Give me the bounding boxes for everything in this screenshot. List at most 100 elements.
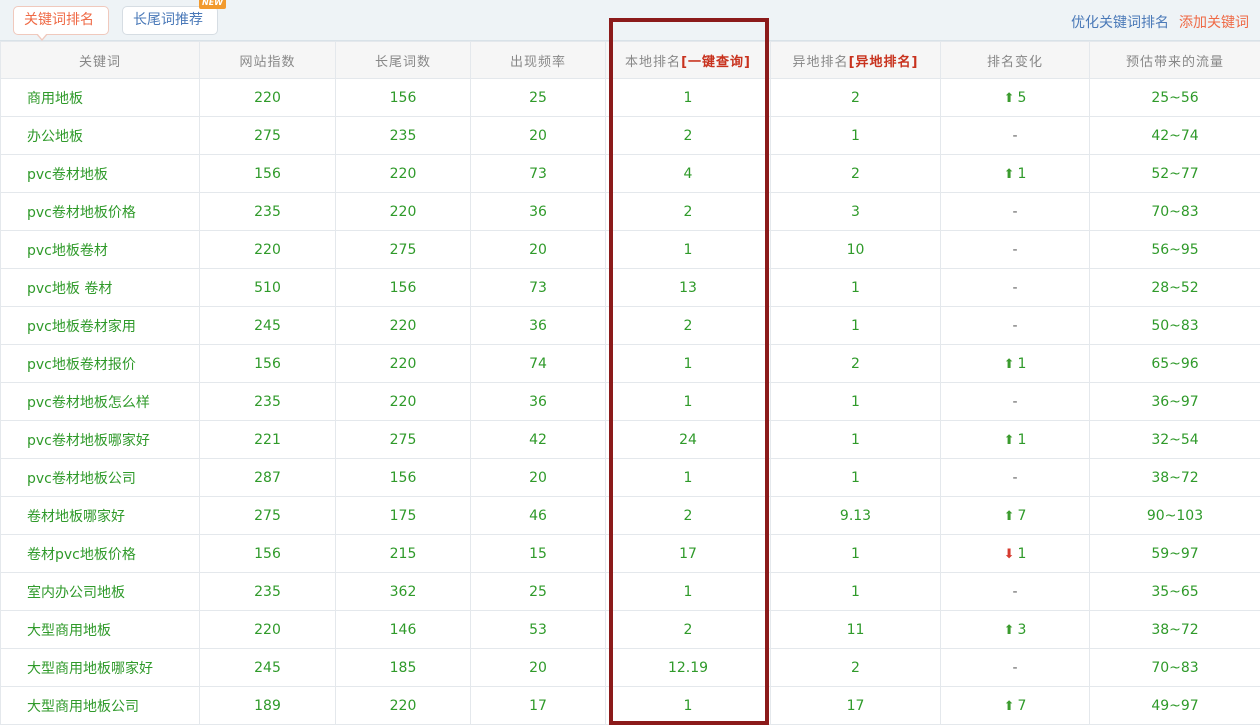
remote-rank-cell: 2 [770, 344, 941, 383]
rank-change-cell: ⬆ 1 [940, 154, 1090, 193]
local-rank-cell: 1 [605, 572, 771, 611]
remote-rank-cell: 1 [770, 382, 941, 421]
header-remote-rank: 异地排名[异地排名] [770, 41, 941, 79]
local-rank-cell: 2 [605, 496, 771, 535]
remote-rank-cell: 1 [770, 458, 941, 497]
site-index-cell: 275 [199, 116, 336, 155]
remote-rank-cell: 3 [770, 192, 941, 231]
local-rank-cell: 1 [605, 78, 771, 117]
arrow-up-icon: ⬆ [1003, 166, 1015, 182]
traffic-cell: 50~83 [1089, 306, 1260, 345]
rank-change-value: 1 [1017, 431, 1027, 448]
keyword-cell: 大型商用地板公司 [0, 686, 200, 725]
traffic-cell: 56~95 [1089, 230, 1260, 269]
remote-rank-cell: 1 [770, 268, 941, 307]
rank-change-none: - [1012, 127, 1018, 144]
rank-change-cell: - [940, 230, 1090, 269]
table-row: 室内办公司地板 235 362 25 1 1-35~65 [0, 572, 1260, 611]
traffic-cell: 52~77 [1089, 154, 1260, 193]
site-index-cell: 235 [199, 382, 336, 421]
keyword-cell: 商用地板 [0, 78, 200, 117]
keyword-cell: pvc卷材地板哪家好 [0, 420, 200, 459]
rank-change-cell: - [940, 306, 1090, 345]
keyword-cell: 室内办公司地板 [0, 572, 200, 611]
rank-change-none: - [1012, 583, 1018, 600]
table-row: 卷材pvc地板价格 156 215 15 17 1 ⬇ 1 59~97 [0, 534, 1260, 573]
site-index-cell: 245 [199, 306, 336, 345]
rank-change-cell: ⬆ 1 [940, 420, 1090, 459]
remote-rank-cell: 1 [770, 534, 941, 573]
tab-longtail-recommend[interactable]: 长尾词推荐 NEW [122, 0, 226, 35]
frequency-cell: 53 [470, 610, 606, 649]
frequency-cell: 20 [470, 458, 606, 497]
keyword-cell: pvc地板卷材 [0, 230, 200, 269]
remote-rank-cell: 1 [770, 306, 941, 345]
site-index-cell: 235 [199, 192, 336, 231]
tab-keyword-ranking[interactable]: 关键词排名 [13, 6, 109, 41]
frequency-cell: 42 [470, 420, 606, 459]
rank-change-value: 7 [1017, 697, 1027, 714]
local-rank-cell: 17 [605, 534, 771, 573]
traffic-cell: 28~52 [1089, 268, 1260, 307]
traffic-cell: 25~56 [1089, 78, 1260, 117]
table-row: pvc卷材地板 156 220 73 4 2 ⬆ 1 52~77 [0, 154, 1260, 193]
frequency-cell: 74 [470, 344, 606, 383]
arrow-up-icon: ⬆ [1003, 432, 1015, 448]
tab-keyword-ranking-label: 关键词排名 [24, 12, 94, 28]
table-row: pvc卷材地板价格 235 220 36 2 3 - 70~83 [0, 192, 1260, 231]
traffic-cell: 90~103 [1089, 496, 1260, 535]
frequency-cell: 20 [470, 648, 606, 687]
keyword-cell: pvc卷材地板 [0, 154, 200, 193]
longtail-count-cell: 156 [335, 268, 471, 307]
optimize-ranking-link[interactable]: 优化关键词排名 [1071, 12, 1169, 32]
site-index-cell: 189 [199, 686, 336, 725]
local-rank-cell: 24 [605, 420, 771, 459]
frequency-cell: 73 [470, 268, 606, 307]
keyword-cell: 大型商用地板哪家好 [0, 648, 200, 687]
table-row: 商用地板 220 156 25 1 2 ⬆ 5 25~56 [0, 78, 1260, 117]
arrow-up-icon: ⬆ [1003, 356, 1015, 372]
traffic-cell: 38~72 [1089, 458, 1260, 497]
site-index-cell: 156 [199, 344, 336, 383]
rank-change-value: 1 [1017, 355, 1027, 372]
longtail-count-cell: 156 [335, 78, 471, 117]
traffic-cell: 65~96 [1089, 344, 1260, 383]
keyword-cell: pvc卷材地板价格 [0, 192, 200, 231]
remote-rank-cell: 11 [770, 610, 941, 649]
traffic-cell: 70~83 [1089, 648, 1260, 687]
add-keyword-link[interactable]: 添加关键词 [1179, 12, 1249, 32]
local-rank-cell: 12.19 [605, 648, 771, 687]
traffic-cell: 38~72 [1089, 610, 1260, 649]
frequency-cell: 25 [470, 78, 606, 117]
rank-change-none: - [1012, 317, 1018, 334]
remote-rank-cell: 2 [770, 154, 941, 193]
longtail-count-cell: 175 [335, 496, 471, 535]
local-rank-cell: 2 [605, 610, 771, 649]
table-row: 大型商用地板 220 146 53 2 11 ⬆ 3 38~72 [0, 610, 1260, 649]
site-index-cell: 220 [199, 78, 336, 117]
site-index-cell: 287 [199, 458, 336, 497]
rank-change-value: 7 [1017, 507, 1027, 524]
rank-change-cell: - [940, 382, 1090, 421]
longtail-count-cell: 275 [335, 230, 471, 269]
rank-change-cell: - [940, 458, 1090, 497]
site-index-cell: 245 [199, 648, 336, 687]
local-rank-cell: 1 [605, 382, 771, 421]
table-row: pvc地板卷材 220 275 20 1 10 - 56~95 [0, 230, 1260, 269]
rank-change-cell: - [940, 192, 1090, 231]
remote-rank-cell: 2 [770, 78, 941, 117]
rank-change-cell: ⬆ 1 [940, 344, 1090, 383]
remote-rank-cell: 17 [770, 686, 941, 725]
one-click-query-link[interactable]: [一键查询] [681, 55, 751, 70]
frequency-cell: 36 [470, 382, 606, 421]
rank-change-cell: - [940, 648, 1090, 687]
longtail-count-cell: 185 [335, 648, 471, 687]
longtail-count-cell: 220 [335, 344, 471, 383]
longtail-count-cell: 235 [335, 116, 471, 155]
local-rank-cell: 1 [605, 458, 771, 497]
keyword-cell: 大型商用地板 [0, 610, 200, 649]
keyword-cell: 卷材pvc地板价格 [0, 534, 200, 573]
keyword-cell: 办公地板 [0, 116, 200, 155]
site-index-cell: 156 [199, 534, 336, 573]
remote-rank-link[interactable]: [异地排名] [849, 55, 919, 70]
